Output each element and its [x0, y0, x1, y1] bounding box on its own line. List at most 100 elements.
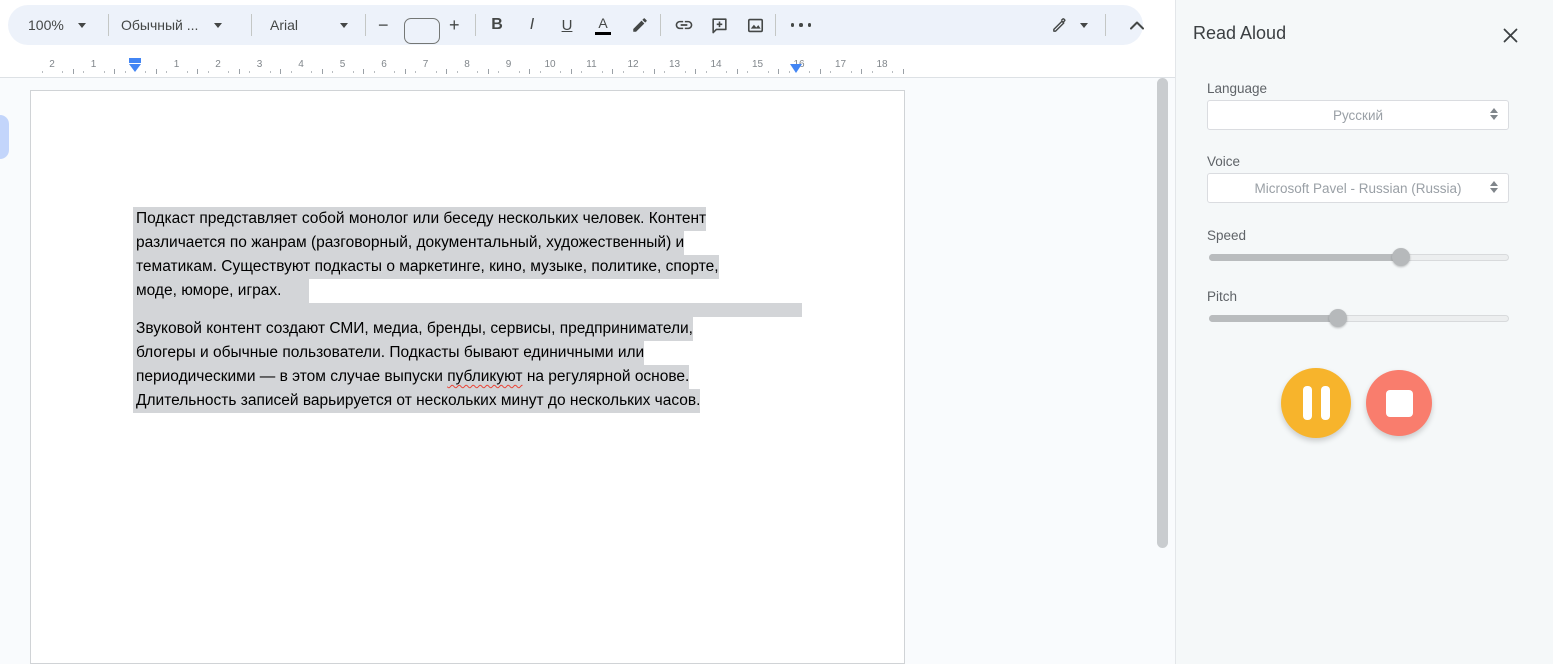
slider-thumb[interactable] — [1392, 248, 1410, 266]
ruler-mark — [42, 71, 43, 73]
ruler-mark — [457, 71, 458, 73]
extension-edge-tab[interactable] — [0, 115, 9, 159]
ruler-mark: 9 — [506, 59, 512, 70]
speed-label: Speed — [1207, 228, 1246, 243]
ruler-mark — [540, 71, 541, 73]
add-comment-button[interactable] — [706, 5, 732, 45]
ruler-mark — [643, 71, 644, 73]
font-size-input[interactable] — [404, 18, 440, 44]
highlight-color-button[interactable] — [627, 5, 653, 45]
pencil-icon — [1046, 10, 1072, 40]
ruler-mark — [436, 71, 437, 73]
close-icon — [1503, 28, 1518, 43]
ruler-mark — [695, 69, 696, 74]
ruler-mark — [737, 69, 738, 74]
ruler-mark — [602, 71, 603, 73]
zoom-value: 100% — [28, 17, 64, 33]
pause-button[interactable] — [1281, 368, 1351, 438]
editing-mode-control[interactable] — [1046, 5, 1088, 45]
slider-thumb[interactable] — [1329, 309, 1347, 327]
ruler-mark — [249, 71, 250, 73]
stop-button[interactable] — [1366, 370, 1432, 436]
speed-slider[interactable] — [1209, 248, 1509, 266]
ruler-mark: 12 — [627, 59, 638, 70]
voice-label: Voice — [1207, 154, 1240, 169]
ruler-mark: 4 — [298, 59, 304, 70]
doc-line[interactable]: различается по жанрам (разговорный, доку… — [136, 231, 826, 255]
toolbar-pill: 100% Обычный ... Arial − + B I U — [8, 5, 1143, 45]
ruler-mark — [332, 71, 333, 73]
voice-value: Microsoft Pavel - Russian (Russia) — [1254, 181, 1461, 196]
ruler-mark — [311, 71, 312, 73]
voice-select[interactable]: Microsoft Pavel - Russian (Russia) — [1207, 173, 1509, 203]
ruler-mark — [726, 71, 727, 73]
ruler-mark: 3 — [257, 59, 263, 70]
ruler-mark — [239, 69, 240, 74]
divider — [1105, 14, 1106, 36]
pitch-slider[interactable] — [1209, 309, 1509, 327]
left-indent-marker[interactable] — [129, 58, 141, 76]
divider — [108, 14, 109, 36]
doc-line[interactable]: Звуковой контент создают СМИ, медиа, бре… — [136, 317, 826, 341]
chevron-down-icon — [340, 23, 348, 28]
ruler: 21123456789101112131415161718 — [0, 56, 1175, 78]
vertical-scrollbar[interactable] — [1157, 78, 1168, 548]
doc-line[interactable]: тематикам. Существуют подкасты о маркети… — [136, 255, 826, 279]
divider — [660, 14, 661, 36]
stepper-icon — [1490, 108, 1498, 120]
divider — [251, 14, 252, 36]
ruler-mark — [125, 71, 126, 73]
collapse-toolbar-button[interactable] — [1124, 5, 1150, 45]
ruler-mark — [488, 69, 489, 74]
document-page[interactable]: Подкаст представляет собой монолог или б… — [30, 90, 905, 664]
read-aloud-panel: Read Aloud Language Русский Voice Micros… — [1175, 0, 1553, 664]
ruler-mark: 8 — [464, 59, 470, 70]
ruler-mark — [872, 71, 873, 73]
ruler-mark: 1 — [174, 59, 180, 70]
toolbar: 100% Обычный ... Arial − + B I U — [0, 0, 1175, 56]
paragraph-style-control[interactable]: Обычный ... — [121, 5, 222, 45]
ruler-mark — [114, 69, 115, 74]
ruler-mark — [685, 71, 686, 73]
increase-font-size-button[interactable]: + — [449, 5, 460, 45]
doc-line[interactable]: периодическими — в этом случае выпуски п… — [136, 365, 826, 389]
right-indent-marker[interactable] — [790, 64, 802, 73]
ruler-mark: 7 — [423, 59, 429, 70]
ruler-mark: 15 — [752, 59, 763, 70]
italic-button[interactable]: I — [519, 5, 545, 45]
text-color-icon: A — [590, 10, 616, 40]
chevron-up-icon — [1124, 10, 1150, 40]
doc-line[interactable]: блогеры и обычные пользователи. Подкасты… — [136, 341, 826, 365]
divider — [775, 14, 776, 36]
more-options-button[interactable] — [788, 5, 814, 45]
bold-icon: B — [484, 10, 510, 40]
slider-fill — [1209, 315, 1338, 322]
ruler-mark — [291, 71, 292, 73]
ruler-mark — [446, 69, 447, 74]
document-text: Подкаст представляет собой монолог или б… — [136, 207, 826, 413]
bold-button[interactable]: B — [484, 5, 510, 45]
close-button[interactable] — [1500, 25, 1520, 45]
ruler-mark — [104, 71, 105, 73]
ruler-mark: 11 — [586, 59, 596, 70]
ruler-mark — [623, 71, 624, 73]
divider — [365, 14, 366, 36]
chevron-down-icon — [78, 23, 86, 28]
doc-line[interactable]: моде, юморе, играх. — [136, 279, 826, 303]
language-select[interactable]: Русский — [1207, 100, 1509, 130]
doc-line[interactable]: Подкаст представляет собой монолог или б… — [136, 207, 826, 231]
ruler-mark — [145, 71, 146, 73]
underline-button[interactable]: U — [554, 5, 580, 45]
first-line-indent-marker[interactable] — [129, 58, 141, 63]
zoom-control[interactable]: 100% — [28, 5, 86, 45]
highlighter-icon — [627, 10, 653, 40]
text-color-button[interactable]: A — [590, 5, 616, 45]
doc-line[interactable]: Длительность записей варьируется от неск… — [136, 389, 826, 413]
insert-link-button[interactable] — [671, 5, 697, 45]
decrease-font-size-button[interactable]: − — [378, 5, 389, 45]
paragraph-style-value: Обычный ... — [121, 17, 198, 33]
ruler-mark: 5 — [340, 59, 346, 70]
ruler-mark: 14 — [710, 59, 721, 70]
font-family-control[interactable]: Arial — [270, 5, 348, 45]
insert-image-button[interactable] — [742, 5, 768, 45]
